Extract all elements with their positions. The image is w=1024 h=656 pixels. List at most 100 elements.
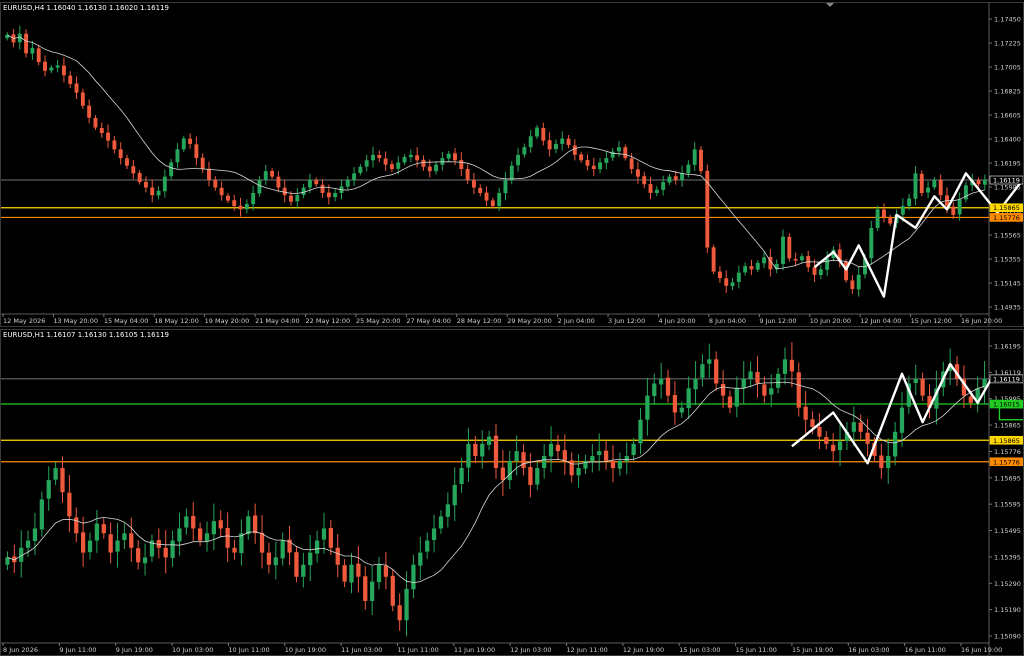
h1-candle-body [170, 540, 175, 558]
h1-candle-body [693, 378, 698, 390]
h4-candle-body [143, 181, 148, 188]
h1-candle-body [590, 455, 595, 462]
h4-y-tick-label: 1.16605 [994, 112, 1021, 120]
h4-x-tick-label: 10 Jun 20:00 [810, 317, 851, 325]
h4-candle-body [446, 153, 451, 159]
h1-candle-body [301, 564, 306, 577]
h4-candle-body [497, 193, 502, 207]
h1-x-tick-label: 11 Jun 11:00 [397, 646, 438, 654]
h4-candle-body [118, 149, 123, 159]
h4-candle-body [635, 169, 640, 177]
h1-candle-body [837, 441, 843, 451]
h4-candle-body [238, 205, 243, 210]
h1-candle-body [94, 523, 100, 541]
h4-candle-body [572, 145, 577, 155]
h4-candle-body [749, 266, 754, 270]
h1-chart-canvas[interactable]: 1.161951.161191.159951.158651.157761.156… [1, 330, 1023, 655]
h4-x-tick-label: 22 May 12:00 [306, 317, 351, 325]
h4-candle-body [402, 157, 407, 163]
h4-candle-body [598, 162, 603, 170]
h1-candle-body [913, 378, 918, 384]
h4-candle-body [181, 138, 186, 150]
h1-candle-body [535, 468, 540, 485]
h1-candle-body [514, 451, 519, 462]
h4-candle-body [314, 180, 319, 185]
h4-candle-body [415, 155, 420, 161]
h1-candle-body [645, 395, 650, 420]
h1-candle-body [418, 552, 423, 566]
h4-chart-canvas[interactable]: 1.17450 1.17225 1.17005 1.16825 1.16605 1.164… [1, 3, 1023, 326]
h4-candle-body [818, 269, 823, 276]
h1-x-tick-label: 12 Jun 11:00 [567, 646, 608, 654]
h4-candle-body [188, 138, 193, 144]
h4-chart-panel[interactable]: EURUSD,H4 1.16040 1.16130 1.16020 1.1611… [0, 2, 1024, 327]
h1-y-tick-label: 1.15865 [994, 422, 1021, 430]
h1-candle-body [397, 605, 402, 621]
h4-x-tick-label: 8 Jun 04:00 [709, 317, 746, 325]
h1-price-tag-label: 1.16015 [993, 401, 1020, 409]
h1-candle-body [631, 443, 636, 456]
h4-candle-body [692, 149, 697, 165]
h4-candle-body [629, 158, 634, 169]
h4-candle-body [522, 147, 527, 155]
h4-candle-body [617, 147, 621, 152]
h1-candle-body [555, 444, 561, 452]
h1-candle-body [314, 540, 320, 554]
h4-candle-body [957, 199, 962, 215]
h1-candle-body [727, 396, 733, 408]
h1-candle-body [796, 372, 801, 408]
h4-moving-average-line [6, 34, 985, 270]
h1-price-tag-label: 1.15865 [993, 437, 1020, 445]
h4-candle-body [553, 143, 558, 150]
h4-y-tick-label: 1.15565 [994, 232, 1021, 240]
h1-candle-body [80, 532, 86, 553]
h1-candle-body [246, 516, 251, 535]
h4-candle-body [509, 165, 514, 181]
h1-candle-body [638, 419, 643, 444]
h4-candle-body [131, 166, 136, 174]
h1-candle-body [659, 378, 664, 385]
h1-candle-body [163, 547, 168, 558]
h1-candle-body [831, 444, 836, 452]
h4-x-tick-label: 2 Jun 04:00 [558, 317, 595, 325]
h4-candle-body [421, 159, 426, 167]
h1-candle-body [273, 557, 278, 566]
h4-candle-body [711, 247, 716, 272]
h4-candle-body [87, 105, 92, 118]
h4-candle-body [736, 272, 741, 283]
h4-candle-body [900, 206, 905, 215]
h1-candle-body [136, 548, 141, 563]
h4-price-tag-label: 1.15776 [993, 214, 1020, 222]
h4-candle-body [207, 168, 211, 180]
h1-x-tick-label: 15 Jun 03:00 [679, 646, 720, 654]
h4-candle-body [352, 173, 357, 181]
h4-candle-body [307, 179, 312, 188]
h1-candle-body [741, 378, 746, 388]
h4-candle-body [825, 258, 830, 270]
h1-x-tick-label: 16 Jun 11:00 [905, 646, 946, 654]
h4-candle-body [276, 176, 281, 188]
h4-candle-body [661, 182, 666, 190]
h4-candle-body [74, 83, 79, 93]
h1-chart-panel[interactable]: EURUSD,H1 1.16107 1.16130 1.16105 1.1611… [0, 329, 1024, 656]
h4-x-tick-label: 27 May 04:00 [406, 317, 451, 325]
h4-candle-body [112, 140, 117, 150]
h4-candle-body [162, 176, 167, 192]
h4-candle-body [200, 157, 205, 169]
h4-candle-body [80, 92, 85, 106]
h1-candle-body [87, 540, 93, 553]
h4-candle-body [579, 154, 584, 161]
h4-x-tick-label: 12 Jun 04:00 [860, 317, 901, 325]
h4-x-tick-label: 4 Jun 20:00 [658, 317, 695, 325]
h4-candle-body [591, 165, 596, 169]
h4-candle-body [490, 200, 495, 207]
h4-candle-body [528, 136, 533, 148]
h4-candle-body [282, 187, 287, 196]
h1-candle-body [803, 406, 808, 420]
h4-candle-body [667, 176, 672, 183]
chart-shift-icon[interactable] [826, 3, 834, 7]
h4-x-tick-label: 16 Jun 20:00 [961, 317, 1002, 325]
h1-candle-body [720, 383, 726, 396]
h4-candle-body [938, 179, 943, 196]
h4-x-tick-label: 19 May 20:00 [205, 317, 250, 325]
